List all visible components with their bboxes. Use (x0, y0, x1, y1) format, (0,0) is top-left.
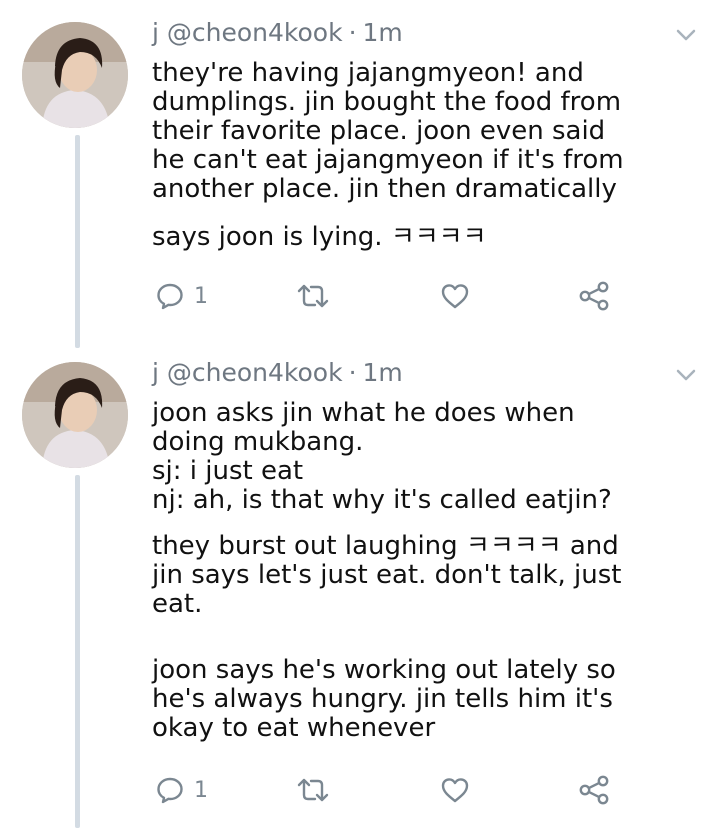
tweet-menu-button[interactable] (675, 24, 697, 46)
tweet-text: joon asks jin what he does when doing mu… (152, 398, 612, 515)
reply-count: 1 (194, 283, 208, 309)
avatar[interactable] (22, 22, 128, 128)
share-icon (579, 281, 609, 311)
like-button[interactable] (440, 770, 470, 810)
like-button[interactable] (440, 276, 470, 316)
avatar[interactable] (22, 362, 128, 468)
heart-icon (441, 284, 469, 309)
reply-button[interactable]: 1 (156, 276, 208, 316)
reply-icon (157, 283, 183, 310)
tweet-text: they're having jajangmyeon! and dumpling… (152, 58, 624, 204)
share-button[interactable] (578, 276, 610, 316)
timestamp[interactable]: 1m (363, 18, 403, 47)
author-name[interactable]: j (152, 18, 159, 47)
timestamp[interactable]: 1m (363, 358, 403, 387)
tweet[interactable]: j @cheon4kook · 1m joon asks jin what he d… (0, 340, 719, 828)
chevron-down-icon (676, 369, 696, 381)
separator-dot: · (348, 18, 357, 47)
heart-icon (441, 778, 469, 803)
avatar-photo (22, 362, 128, 468)
tweet-header: j @cheon4kook · 1m (152, 358, 403, 388)
retweet-button[interactable] (296, 770, 330, 810)
avatar-photo (22, 22, 128, 128)
tweet-text: joon says he's working out lately so he'… (152, 655, 616, 743)
tweet-actions: 1 (0, 770, 719, 810)
share-icon (579, 775, 609, 805)
reply-icon (157, 777, 183, 804)
retweet-icon (297, 284, 329, 308)
tweet[interactable]: j @cheon4kook · 1m they're having jajangmy… (0, 0, 719, 340)
retweet-button[interactable] (296, 276, 330, 316)
tweet-menu-button[interactable] (675, 364, 697, 386)
share-button[interactable] (578, 770, 610, 810)
chevron-down-icon (676, 29, 696, 41)
tweet-actions: 1 (0, 276, 719, 316)
reply-count: 1 (194, 777, 208, 803)
tweet-header: j @cheon4kook · 1m (152, 18, 403, 48)
retweet-icon (297, 778, 329, 802)
tweet-text: says joon is lying. ㅋㅋㅋㅋ (152, 222, 487, 252)
separator-dot: · (348, 358, 357, 387)
author-name[interactable]: j (152, 358, 159, 387)
tweet-text: they burst out laughing ㅋㅋㅋㅋ and jin say… (152, 531, 622, 619)
reply-button[interactable]: 1 (156, 770, 208, 810)
author-handle[interactable]: @cheon4kook (167, 18, 343, 47)
author-handle[interactable]: @cheon4kook (167, 358, 343, 387)
